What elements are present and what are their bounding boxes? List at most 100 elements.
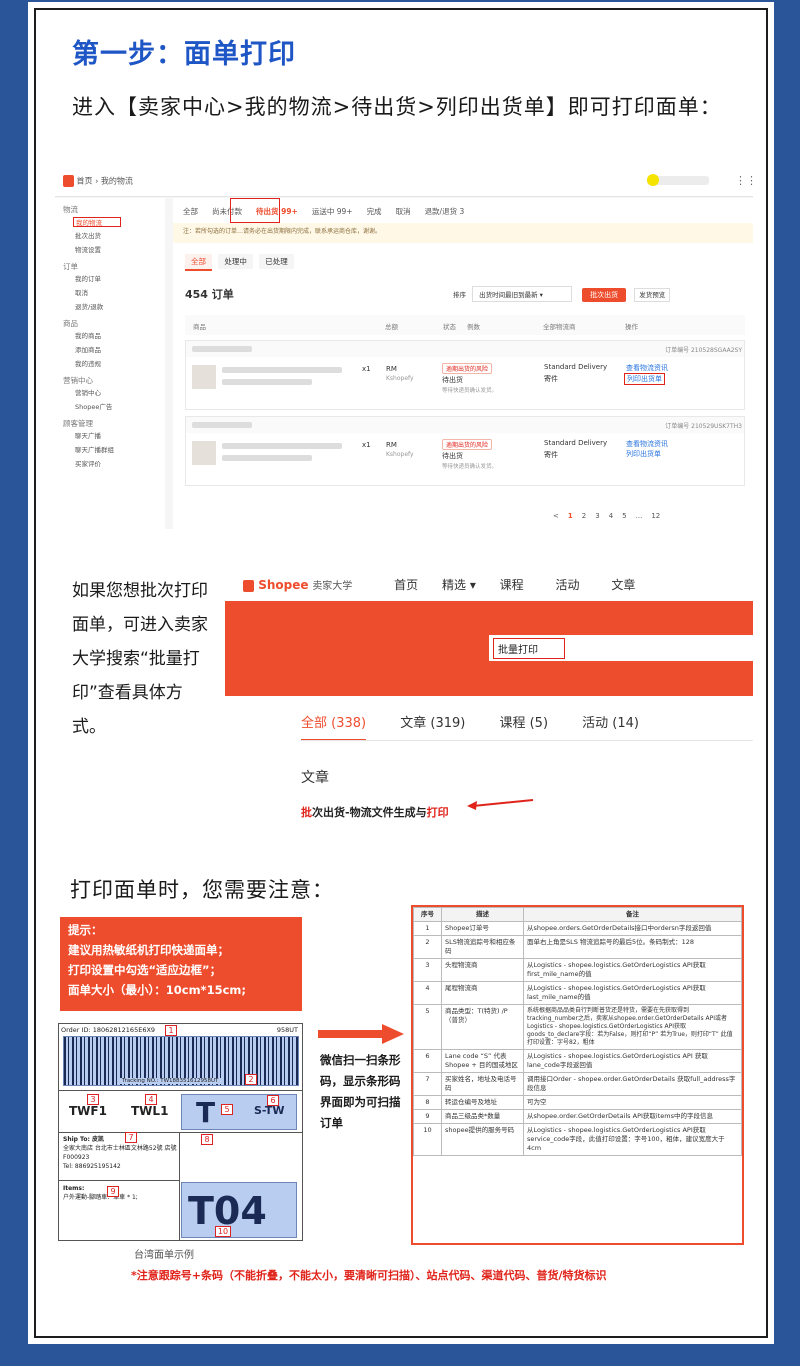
field-spec-table: 序号 描述 备注 1 Shopee订单号 从shopee.orders.GetOrder…	[411, 905, 744, 1245]
order-row: 订单编号 210529USK7TH3 x1 RM Kshopefy 逾期出货的风险 待出货…	[185, 416, 745, 486]
order-table-header: 商品 总额 状态 例数 全部物流商 操作	[185, 315, 745, 335]
subtab-processed[interactable]: 已处理	[259, 254, 294, 269]
sidebar-item[interactable]: 退货/退款	[75, 302, 165, 312]
service-code-box: T04	[181, 1182, 297, 1238]
page-link[interactable]: 2	[582, 512, 586, 520]
subtab-processing[interactable]: 处理中	[218, 254, 253, 269]
page-link[interactable]: 3	[595, 512, 599, 520]
sidebar-section-heading[interactable]: 订单	[63, 261, 165, 272]
table-header-cell: 描述	[441, 907, 524, 922]
breadcrumb-home[interactable]: 首页	[77, 177, 93, 186]
order-status: 待出货	[442, 376, 463, 384]
waybill-example: Order ID: 18062812165E6X9 958UT Tracking…	[58, 1023, 303, 1241]
view-logistics-link[interactable]: 查看物流资讯	[626, 363, 668, 373]
sidebar-section-heading[interactable]: 物流	[63, 204, 165, 215]
sidebar-item[interactable]: 物流设置	[75, 245, 165, 255]
account-name-blur[interactable]	[647, 174, 709, 186]
page-link[interactable]: 1	[568, 512, 573, 520]
waybill-caption: 台湾面单示例	[134, 1250, 194, 1261]
university-nav: Shopee 卖家大学 首页 精选 ▾ 课程 活动 文章	[243, 576, 635, 593]
pending-tab-highlight	[230, 198, 280, 223]
page-link[interactable]: 12	[651, 512, 660, 520]
tab-courses[interactable]: 课程 (5)	[499, 716, 548, 731]
page-link[interactable]: <	[553, 512, 559, 520]
table-cell: 从Logistics - shopee.logistics.GetOrderLo…	[523, 981, 742, 1005]
sidebar-item[interactable]: 营销中心	[75, 388, 165, 398]
status-sub: 等待快递员确认发货。	[442, 464, 498, 470]
order-number: 订单编号 210529USK7TH3	[665, 423, 742, 430]
print-waybill-link[interactable]: 列印出货单	[624, 449, 663, 459]
table-row: 9 商品三级品类*数量 从shopee.order.GetOrderDetails …	[413, 1109, 742, 1124]
print-waybill-link[interactable]: 列印出货单	[624, 373, 665, 385]
sidebar-item[interactable]: 添加商品	[75, 345, 165, 355]
result-tabs: 全部 (338) 文章 (319) 课程 (5) 活动 (14)	[301, 712, 639, 741]
product-thumbnail	[192, 441, 216, 465]
page-link[interactable]: 5	[622, 512, 626, 520]
tip-line: 打印设置中勾选“适应边框”；	[68, 963, 222, 977]
section-title: 文章	[301, 770, 329, 786]
order-tab[interactable]: 运送中 99+	[312, 207, 353, 216]
page-link[interactable]: ...	[636, 512, 643, 520]
table-row: 7 买家姓名，地址及电话号码 调用接口Order - shopee.order.Ge…	[413, 1072, 742, 1096]
table-cell: 8	[413, 1095, 442, 1110]
status-sub: 等待快递员确认发货。	[442, 388, 498, 394]
table-cell: 从Logistics - shopee.logistics.GetOrderLo…	[523, 1049, 742, 1073]
sidebar-item[interactable]: Shopee广告	[75, 402, 165, 412]
footnote: *注意跟踪号+条码（不能折叠，不能太小，要清晰可扫描）、站点代码、渠道代码、普货…	[131, 1269, 607, 1282]
nav-events[interactable]: 活动	[556, 578, 580, 592]
sidebar-item[interactable]: 批次出货	[75, 231, 165, 241]
search-input[interactable]: 批量打印	[489, 635, 753, 661]
table-cell: 2	[413, 935, 442, 959]
tab-events[interactable]: 活动 (14)	[582, 716, 639, 731]
table-cell: SLS物流追踪号和相应条码	[441, 935, 524, 959]
notes-title: 打印面单时，您需要注意：	[70, 878, 334, 902]
order-status-tabs: 全部 尚未付款 待出货 99+ 运送中 99+ 完成 取消 退款/退货 3	[183, 206, 478, 217]
page-link[interactable]: 4	[609, 512, 613, 520]
nav-home[interactable]: 首页	[394, 578, 418, 592]
price: RM	[386, 441, 397, 449]
subtab-all[interactable]: 全部	[185, 254, 212, 271]
sort-select[interactable]: 出货时间最旧到最新 ▾	[472, 286, 573, 302]
sidebar-item[interactable]: 我的违规	[75, 359, 165, 369]
tip-box: 提示： 建议用热敏纸机打印快递面单； 打印设置中勾选“适应边框”； 面单大小（最…	[60, 917, 302, 1011]
nav-courses[interactable]: 课程	[500, 578, 524, 592]
result-link[interactable]: 批次出货-物流文件生成与打印	[301, 804, 449, 820]
sidebar-item[interactable]: 聊天广播	[75, 431, 165, 441]
table-cell: 面单右上角是SLS 物流追踪号的最后5位。条码制式：128	[523, 935, 742, 959]
intro-text: 进入【卖家中心>我的物流>待出货>列印出货单】即可打印面单：	[72, 95, 722, 119]
shopee-logo[interactable]: Shopee	[243, 578, 308, 592]
sidebar-item[interactable]: 买家评价	[75, 459, 165, 469]
sidebar-item[interactable]: 取消	[75, 288, 165, 298]
table-row: 8 转运仓编号及地址 可为空	[413, 1095, 742, 1110]
order-tab[interactable]: 完成	[367, 207, 382, 216]
table-cell: 系统根据商品品类自行判断普货还是特货，需要在先获取得到tracking_numb…	[523, 1004, 742, 1050]
nav-articles[interactable]: 文章	[611, 578, 635, 592]
table-row: 4 尾程物流商 从Logistics - shopee.logistics.GetO…	[413, 981, 742, 1005]
apps-grid-icon[interactable]: ⋮⋮	[735, 174, 753, 187]
ship-preview-button[interactable]: 发货预览	[634, 288, 671, 302]
order-tab[interactable]: 退款/退货 3	[425, 207, 465, 216]
risk-badge: 逾期出货的风险	[442, 439, 493, 450]
table-cell: 从Logistics - shopee.logistics.GetOrderLo…	[523, 1123, 742, 1156]
table-cell: 从shopee.order.GetOrderDetails API获取items…	[523, 1109, 742, 1124]
tab-all[interactable]: 全部 (338)	[301, 716, 367, 741]
table-cell: 可为空	[523, 1095, 742, 1110]
last-mile-code: TWL1	[131, 1104, 169, 1118]
sidebar-section-heading[interactable]: 营销中心	[63, 375, 165, 386]
sidebar-item[interactable]: 我的物流	[73, 217, 121, 227]
batch-ship-button[interactable]: 批次出货	[582, 288, 627, 302]
seller-topbar: 首页 › 我的物流 ⋮⋮	[55, 165, 753, 197]
order-status: 待出货	[442, 452, 463, 460]
sidebar-item[interactable]: 聊天广播群组	[75, 445, 165, 455]
sub-tabs: 全部 处理中 已处理	[185, 254, 294, 271]
table-row: 2 SLS物流追踪号和相应条码 面单右上角是SLS 物流追踪号的最后5位。条码制式：…	[413, 935, 742, 959]
nav-featured[interactable]: 精选 ▾	[442, 578, 476, 592]
sidebar-item[interactable]: 我的订单	[75, 274, 165, 284]
sidebar-item[interactable]: 我的商品	[75, 331, 165, 341]
view-logistics-link[interactable]: 查看物流资讯	[626, 439, 668, 449]
sidebar-section-heading[interactable]: 商品	[63, 318, 165, 329]
tab-articles[interactable]: 文章 (319)	[400, 716, 465, 731]
order-tab[interactable]: 取消	[396, 207, 411, 216]
sidebar-section-heading[interactable]: 顾客管理	[63, 418, 165, 429]
order-tab[interactable]: 全部	[183, 207, 198, 216]
